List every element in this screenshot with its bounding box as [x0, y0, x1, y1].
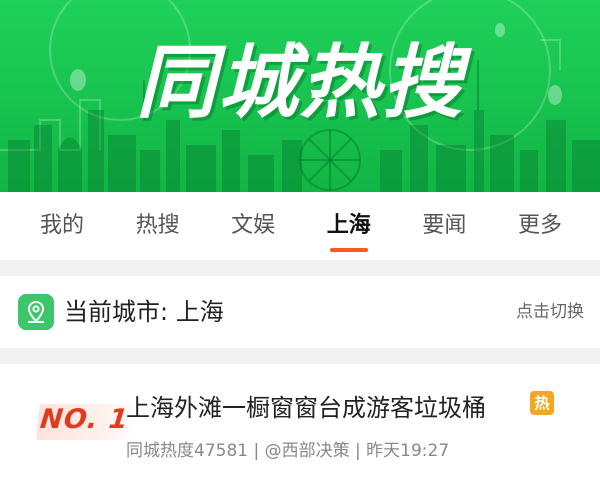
tab-shanghai[interactable]: 上海 [317, 192, 381, 260]
tab-mine[interactable]: 我的 [30, 192, 94, 260]
section-divider [0, 348, 600, 364]
current-city-label: 当前城市: 上海 [64, 298, 224, 326]
banner-title: 同城热搜 [136, 36, 464, 129]
news-title[interactable]: 上海外滩一橱窗窗台成游客垃圾桶 [126, 388, 486, 423]
tab-label: 上海 [326, 213, 371, 238]
tab-label: 文娱 [231, 213, 276, 238]
tab-label: 我的 [39, 213, 84, 238]
hot-badge: 热 [530, 391, 554, 415]
switch-city-button[interactable]: 点击切换 [516, 276, 584, 348]
tab-hot-search[interactable]: 热搜 [126, 192, 190, 260]
tab-entertainment[interactable]: 文娱 [221, 192, 285, 260]
section-divider [0, 260, 600, 276]
tab-label: 要闻 [422, 213, 467, 238]
current-city-row: 当前城市: 上海 点击切换 [0, 276, 600, 348]
news-meta: 同城热度47581 | @西部决策 | 昨天19:27 [126, 441, 450, 461]
tab-news[interactable]: 要闻 [412, 192, 476, 260]
location-pin-icon [18, 294, 54, 330]
active-tab-indicator [329, 248, 368, 252]
hot-search-banner: 同城热搜 [0, 0, 600, 192]
rank-badge: NO. 1 [36, 404, 141, 440]
hot-news-item[interactable]: NO. 1 上海外滩一橱窗窗台成游客垃圾桶 热 同城热度47581 | @西部决… [0, 364, 600, 486]
category-tabs: 我的 热搜 文娱 上海 要闻 更多 [0, 192, 600, 260]
tab-more[interactable]: 更多 [508, 192, 572, 260]
tab-label: 更多 [517, 213, 562, 238]
tab-label: 热搜 [135, 213, 180, 238]
